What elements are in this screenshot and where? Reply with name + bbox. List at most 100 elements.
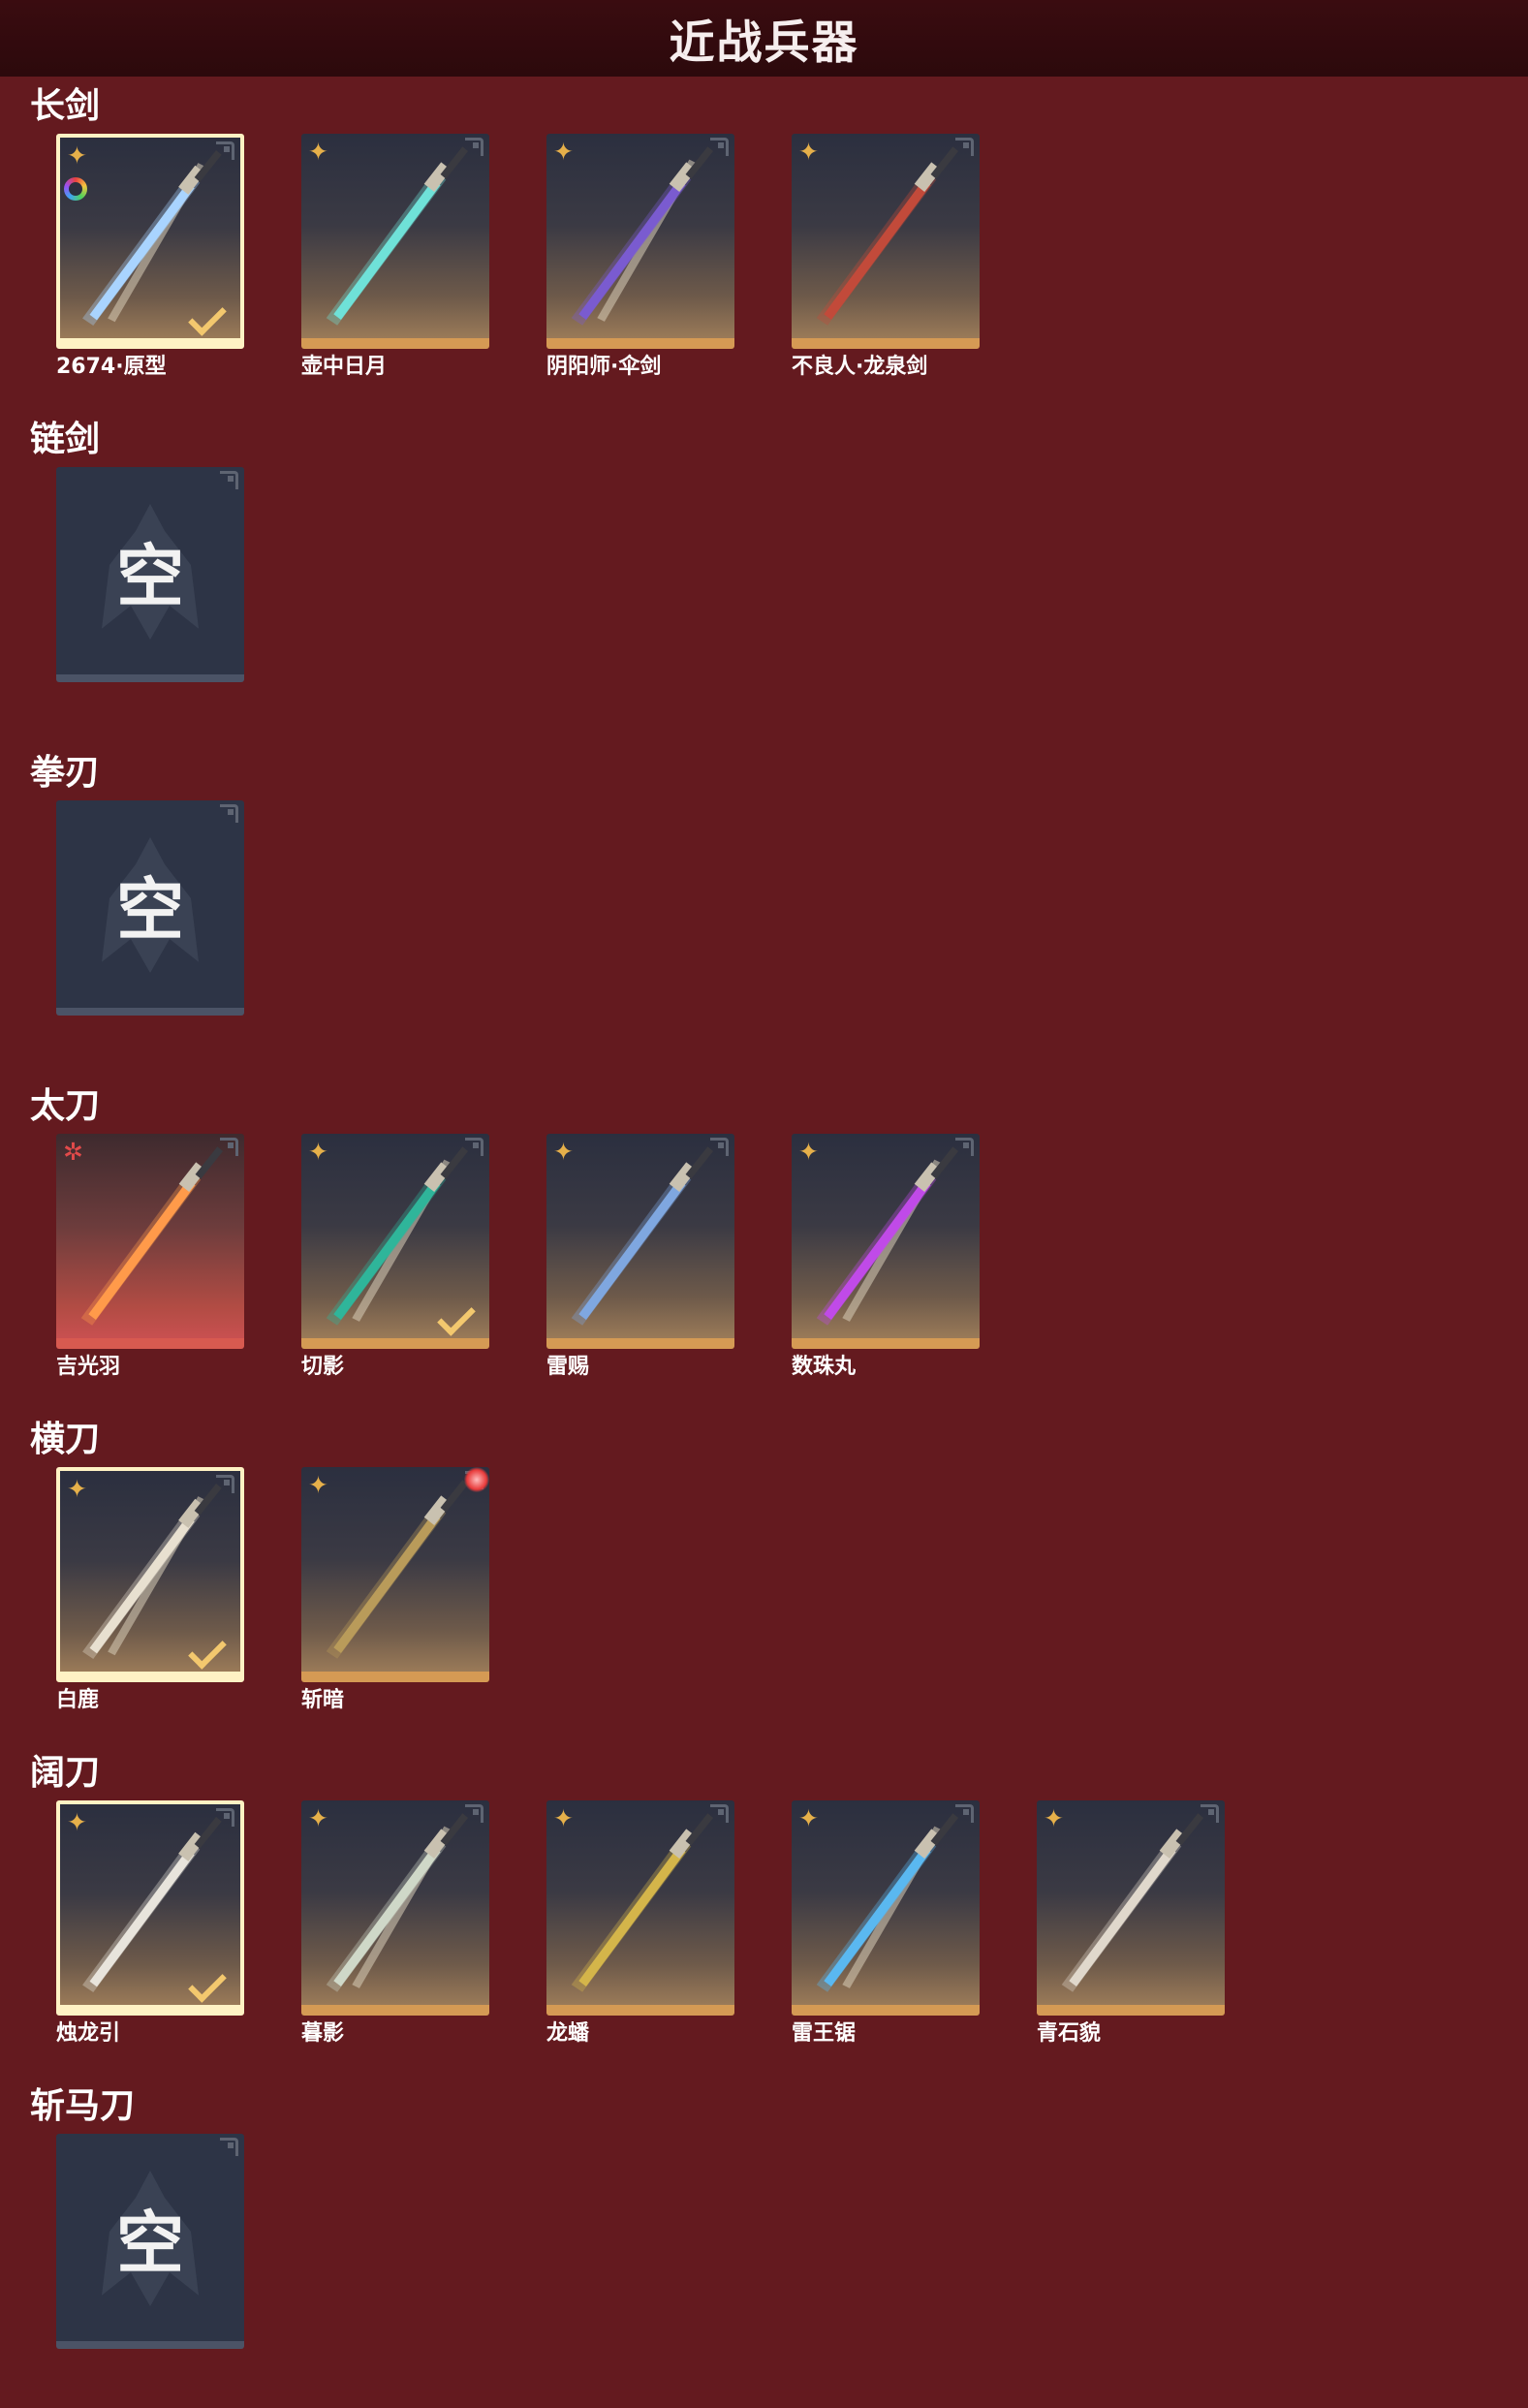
weapon-section: 横刀 ✦ 白鹿 ✦ 斩暗 [0,1419,1528,1729]
weapon-card[interactable]: ✦ [56,1800,244,2016]
rarity-star-icon: ✦ [798,1804,819,1832]
weapon-card[interactable]: ✦ [792,1800,980,2016]
rarity-star-icon: ✦ [798,138,819,166]
corner-tab-icon [955,1804,974,1823]
corner-tab-icon [710,1138,729,1156]
rarity-star-icon: ✦ [553,138,574,166]
weapon-art [326,146,469,326]
page-title: 近战兵器 [669,16,859,70]
weapon-name: 雷赐 [546,1355,590,1379]
empty-slot-card[interactable]: 空 [56,800,244,1016]
corner-tab-icon [220,471,238,489]
corner-tab-icon [465,138,483,156]
rarity-star-icon: ✦ [67,141,87,170]
weapon-grid: 空 [56,467,1413,729]
weapon-grid: ✦ 2674·原型 ✦ 壶中日月 ✦ 阴阳师·伞剑 ✦ 不良人·龙泉剑 [56,134,1413,395]
weapon-card[interactable]: ✦ [792,1134,980,1349]
corner-tab-icon [216,141,234,160]
weapon-art [816,1813,959,1992]
empty-slot[interactable]: 空 [56,800,244,1016]
section-title: 长剑 [30,86,101,126]
rarity-star-icon: ✦ [308,1138,328,1166]
empty-label: 空 [116,2203,184,2283]
weapon-name: 吉光羽 [56,1355,121,1379]
rainbow-ring-icon [64,177,87,201]
weapon-card[interactable]: ✦ [546,1134,734,1349]
weapon-section: 链剑空 [0,419,1528,729]
weapon-item[interactable]: ✦ 2674·原型 [56,134,244,382]
empty-slot[interactable]: 空 [56,467,244,682]
weapon-art [816,1146,959,1326]
rarity-star-icon: ✦ [553,1138,574,1166]
weapon-item[interactable]: ✦ 阴阳师·伞剑 [546,134,734,382]
weapon-name: 切影 [301,1355,345,1379]
weapon-item[interactable]: ✦ 不良人·龙泉剑 [792,134,980,382]
weapon-item[interactable]: ✦ 龙蟠 [546,1800,734,2048]
weapon-card[interactable]: ✦ [301,1134,489,1349]
corner-tab-icon [216,1475,234,1493]
empty-label: 空 [116,536,184,616]
weapon-grid: ✦ 白鹿 ✦ 斩暗 [56,1467,1413,1729]
weapon-name: 数珠丸 [792,1355,857,1379]
rarity-star-icon: ✦ [67,1808,87,1836]
page-header: 近战兵器 [0,0,1528,77]
section-title: 太刀 [30,1086,101,1126]
weapon-card[interactable]: ✦ [301,1467,489,1682]
weapon-card[interactable]: ✲ [56,1134,244,1349]
weapon-card[interactable]: ✦ [301,134,489,349]
weapon-art [1061,1813,1204,1992]
corner-tab-icon [220,2138,238,2156]
weapon-item[interactable]: ✲ 吉光羽 [56,1134,244,1382]
weapon-item[interactable]: ✦ 切影 [301,1134,489,1382]
weapon-card[interactable]: ✦ [301,1800,489,2016]
rarity-star-icon: ✦ [798,1138,819,1166]
rarity-star-icon: ✦ [1044,1804,1064,1832]
weapon-card[interactable]: ✦ [56,134,244,349]
weapon-item[interactable]: ✦ 雷赐 [546,1134,734,1382]
weapon-item[interactable]: ✦ 白鹿 [56,1467,244,1715]
corner-tab-icon [220,1138,238,1156]
corner-tab-icon [465,1138,483,1156]
weapon-section: 阔刀 ✦ 烛龙引 ✦ 暮影 ✦ 龙蟠 ✦ 雷王锯 ✦ 青石貌 [0,1752,1528,2062]
empty-slot-card[interactable]: 空 [56,467,244,682]
weapon-item[interactable]: ✦ 数珠丸 [792,1134,980,1382]
corner-tab-icon [1201,1804,1219,1823]
red-star-icon: ✲ [63,1138,83,1166]
section-title: 阔刀 [30,1753,101,1793]
weapon-name: 壶中日月 [301,355,388,379]
empty-slot-card[interactable]: 空 [56,2134,244,2349]
weapon-name: 烛龙引 [56,2021,121,2046]
corner-tab-icon [220,804,238,823]
weapon-item[interactable]: ✦ 暮影 [301,1800,489,2048]
weapon-section: 太刀 ✲ 吉光羽 ✦ 切影 ✦ 雷赐 ✦ 数珠丸 [0,1085,1528,1395]
weapon-grid: 空 [56,2134,1413,2395]
weapon-grid: ✲ 吉光羽 ✦ 切影 ✦ 雷赐 ✦ 数珠丸 [56,1134,1413,1395]
weapon-item[interactable]: ✦ 壶中日月 [301,134,489,382]
empty-slot[interactable]: 空 [56,2134,244,2349]
weapon-card[interactable]: ✦ [546,134,734,349]
weapon-item[interactable]: ✦ 青石貌 [1037,1800,1225,2048]
rarity-star-icon: ✦ [308,1471,328,1499]
weapon-name: 雷王锯 [792,2021,857,2046]
weapon-art [571,1813,714,1992]
section-title: 拳刃 [30,753,101,793]
section-title: 横刀 [30,1420,101,1459]
rarity-star-icon: ✦ [553,1804,574,1832]
weapon-item[interactable]: ✦ 斩暗 [301,1467,489,1715]
weapon-card[interactable]: ✦ [546,1800,734,2016]
weapon-art [816,146,959,326]
weapon-art [326,1480,469,1659]
weapon-art [80,1146,224,1326]
weapon-card[interactable]: ✦ [56,1467,244,1682]
weapon-art [571,146,714,326]
weapon-name: 暮影 [301,2021,345,2046]
weapon-section: 斩马刀空 [0,2085,1528,2395]
weapon-item[interactable]: ✦ 烛龙引 [56,1800,244,2048]
weapon-item[interactable]: ✦ 雷王锯 [792,1800,980,2048]
weapon-section: 拳刃空 [0,752,1528,1062]
weapon-name: 不良人·龙泉剑 [792,355,928,379]
weapon-name: 斩暗 [301,1688,345,1712]
weapon-card[interactable]: ✦ [1037,1800,1225,2016]
weapon-card[interactable]: ✦ [792,134,980,349]
corner-tab-icon [710,138,729,156]
